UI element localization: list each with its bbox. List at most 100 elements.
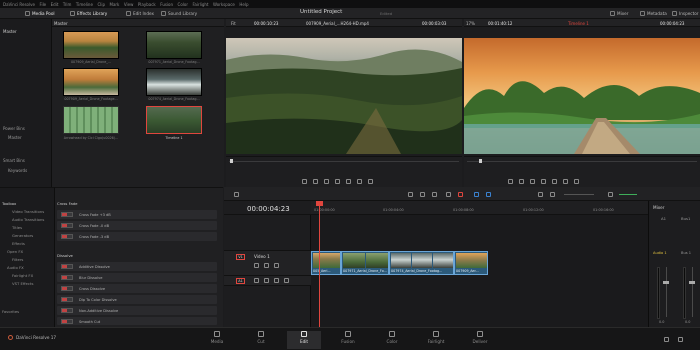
fx-audio-transitions[interactable]: Audio Transitions [12, 217, 44, 222]
zoom-full-icon[interactable] [538, 192, 543, 197]
timeline-zoom-slider[interactable] [564, 194, 594, 195]
effect-item[interactable]: Additive Dissolve [57, 262, 217, 271]
menu-fairlight[interactable]: Fairlight [192, 2, 208, 7]
solo-icon[interactable] [284, 278, 289, 283]
menu-mark[interactable]: Mark [110, 2, 120, 7]
step-back-icon[interactable] [313, 179, 318, 184]
track-visible-icon[interactable] [274, 263, 279, 268]
page-fusion[interactable]: Fusion [331, 331, 365, 349]
timeline-clip[interactable]: 005_Aeri... [311, 251, 341, 275]
program-timeline-name[interactable]: Timeline 1 [568, 21, 589, 26]
audio-clip-thumbnail[interactable] [63, 106, 119, 134]
page-edit[interactable]: Edit [287, 331, 321, 349]
play-icon[interactable] [552, 179, 557, 184]
step-forward-icon[interactable] [563, 179, 568, 184]
video-track-name[interactable]: Video 1 [254, 254, 270, 259]
video-track-header[interactable]: V1 Video 1 [224, 250, 311, 276]
fader-knob-a1[interactable] [663, 281, 669, 284]
source-viewer[interactable] [226, 38, 462, 154]
timeline-clip[interactable]: 007971_Aerial_Drone_Fo... [341, 251, 389, 275]
step-forward-icon[interactable] [357, 179, 362, 184]
source-clip-name[interactable]: 007909_Aerial_...H264-HD.mp4 [306, 21, 369, 26]
trim-tool-icon[interactable] [420, 192, 425, 197]
menu-trim[interactable]: Trim [63, 2, 72, 7]
play-reverse-icon[interactable] [530, 179, 535, 184]
fx-filters[interactable]: Filters [12, 257, 23, 262]
sound-library-button[interactable]: Sound Library [161, 10, 197, 17]
page-color[interactable]: Color [375, 331, 409, 349]
fx-generators[interactable]: Generators [12, 233, 33, 238]
clip-thumbnail[interactable] [63, 31, 119, 59]
inspector-button[interactable]: Inspector [672, 10, 699, 17]
program-scrub-handle[interactable] [479, 159, 482, 163]
effect-item[interactable]: Blur Dissolve [57, 273, 217, 282]
effect-item[interactable]: Non-Additive Dissolve [57, 306, 217, 315]
menu-workspace[interactable]: Workspace [213, 2, 235, 7]
page-media[interactable]: Media [200, 331, 234, 349]
timeline-view-icon[interactable] [234, 192, 239, 197]
audio-fx-header[interactable]: Audio FX [7, 265, 24, 270]
edit-index-button[interactable]: Edit Index [126, 10, 154, 17]
bin-master[interactable]: Master [3, 29, 17, 34]
effects-library-button[interactable]: Effects Library [70, 10, 107, 17]
effect-item[interactable]: Cross Fade +3 dB [57, 210, 217, 219]
mute-icon[interactable] [274, 278, 279, 283]
step-back-icon[interactable] [519, 179, 524, 184]
auto-select-icon[interactable] [264, 278, 269, 283]
timeline-clip[interactable]: 007909_Aer... [454, 251, 488, 275]
program-viewer[interactable] [464, 38, 700, 154]
selection-tool-icon[interactable] [408, 192, 413, 197]
smart-bin-keywords[interactable]: Keywords [8, 168, 27, 173]
effect-item[interactable]: Cross Dissolve [57, 284, 217, 293]
playhead-handle[interactable] [316, 201, 323, 206]
power-bin-master[interactable]: Master [8, 135, 22, 140]
zoom-detail-icon[interactable] [550, 192, 555, 197]
menu-timeline[interactable]: Timeline [76, 2, 93, 7]
fx-effects[interactable]: Effects [12, 241, 25, 246]
page-cut[interactable]: Cut [244, 331, 278, 349]
video-track-id[interactable]: V1 [236, 254, 245, 260]
toolbox-header[interactable]: Toolbox [2, 201, 16, 206]
jump-start-icon[interactable] [302, 179, 307, 184]
menu-clip[interactable]: Clip [97, 2, 105, 7]
menu-file[interactable]: File [39, 2, 46, 7]
stop-icon[interactable] [541, 179, 546, 184]
snapping-icon[interactable] [446, 192, 451, 197]
settings-icon[interactable] [678, 337, 683, 342]
fx-titles[interactable]: Titles [12, 225, 22, 230]
mixer-toolbar-button[interactable]: Mixer [610, 10, 628, 17]
favorites-header[interactable]: Favorites [2, 309, 19, 314]
source-scrub-bar[interactable] [229, 161, 459, 162]
menu-view[interactable]: View [124, 2, 134, 7]
effect-item[interactable]: Cross Fade -3 dB [57, 232, 217, 241]
effect-item[interactable]: Smooth Cut [57, 317, 217, 325]
menu-color[interactable]: Color [178, 2, 188, 7]
clip-thumbnail[interactable] [63, 68, 119, 96]
audio-track-id[interactable]: A1 [236, 278, 245, 284]
audio-track-header[interactable]: A1 [224, 276, 311, 286]
media-pool-button[interactable]: Media Pool [25, 10, 55, 17]
fx-video-transitions[interactable]: Video Transitions [12, 209, 44, 214]
page-deliver[interactable]: Deliver [463, 331, 497, 349]
program-scrub-bar[interactable] [467, 161, 697, 162]
menu-edit[interactable]: Edit [51, 2, 59, 7]
fx-fairlight[interactable]: Fairlight FX [12, 273, 33, 278]
effect-item[interactable]: Cross Fade -0 dB [57, 221, 217, 230]
menu-app[interactable]: DaVinci Resolve [3, 2, 35, 7]
audio-meter-icon[interactable] [608, 192, 613, 197]
metadata-button[interactable]: Metadata [640, 10, 667, 17]
lock-icon[interactable] [254, 263, 259, 268]
marker-icon[interactable] [486, 192, 491, 197]
clip-thumbnail[interactable] [146, 68, 202, 96]
home-icon[interactable] [664, 337, 669, 342]
timeline-thumbnail[interactable] [146, 106, 202, 134]
link-icon[interactable] [458, 192, 463, 197]
source-scrub-handle[interactable] [230, 159, 233, 163]
stop-icon[interactable] [335, 179, 340, 184]
effect-item[interactable]: Dip To Color Dissolve [57, 295, 217, 304]
clip-thumbnail[interactable] [146, 31, 202, 59]
flag-icon[interactable] [474, 192, 479, 197]
menu-playback[interactable]: Playback [138, 2, 156, 7]
program-zoom[interactable]: 17% [466, 21, 475, 26]
open-fx-header[interactable]: Open FX [7, 249, 23, 254]
